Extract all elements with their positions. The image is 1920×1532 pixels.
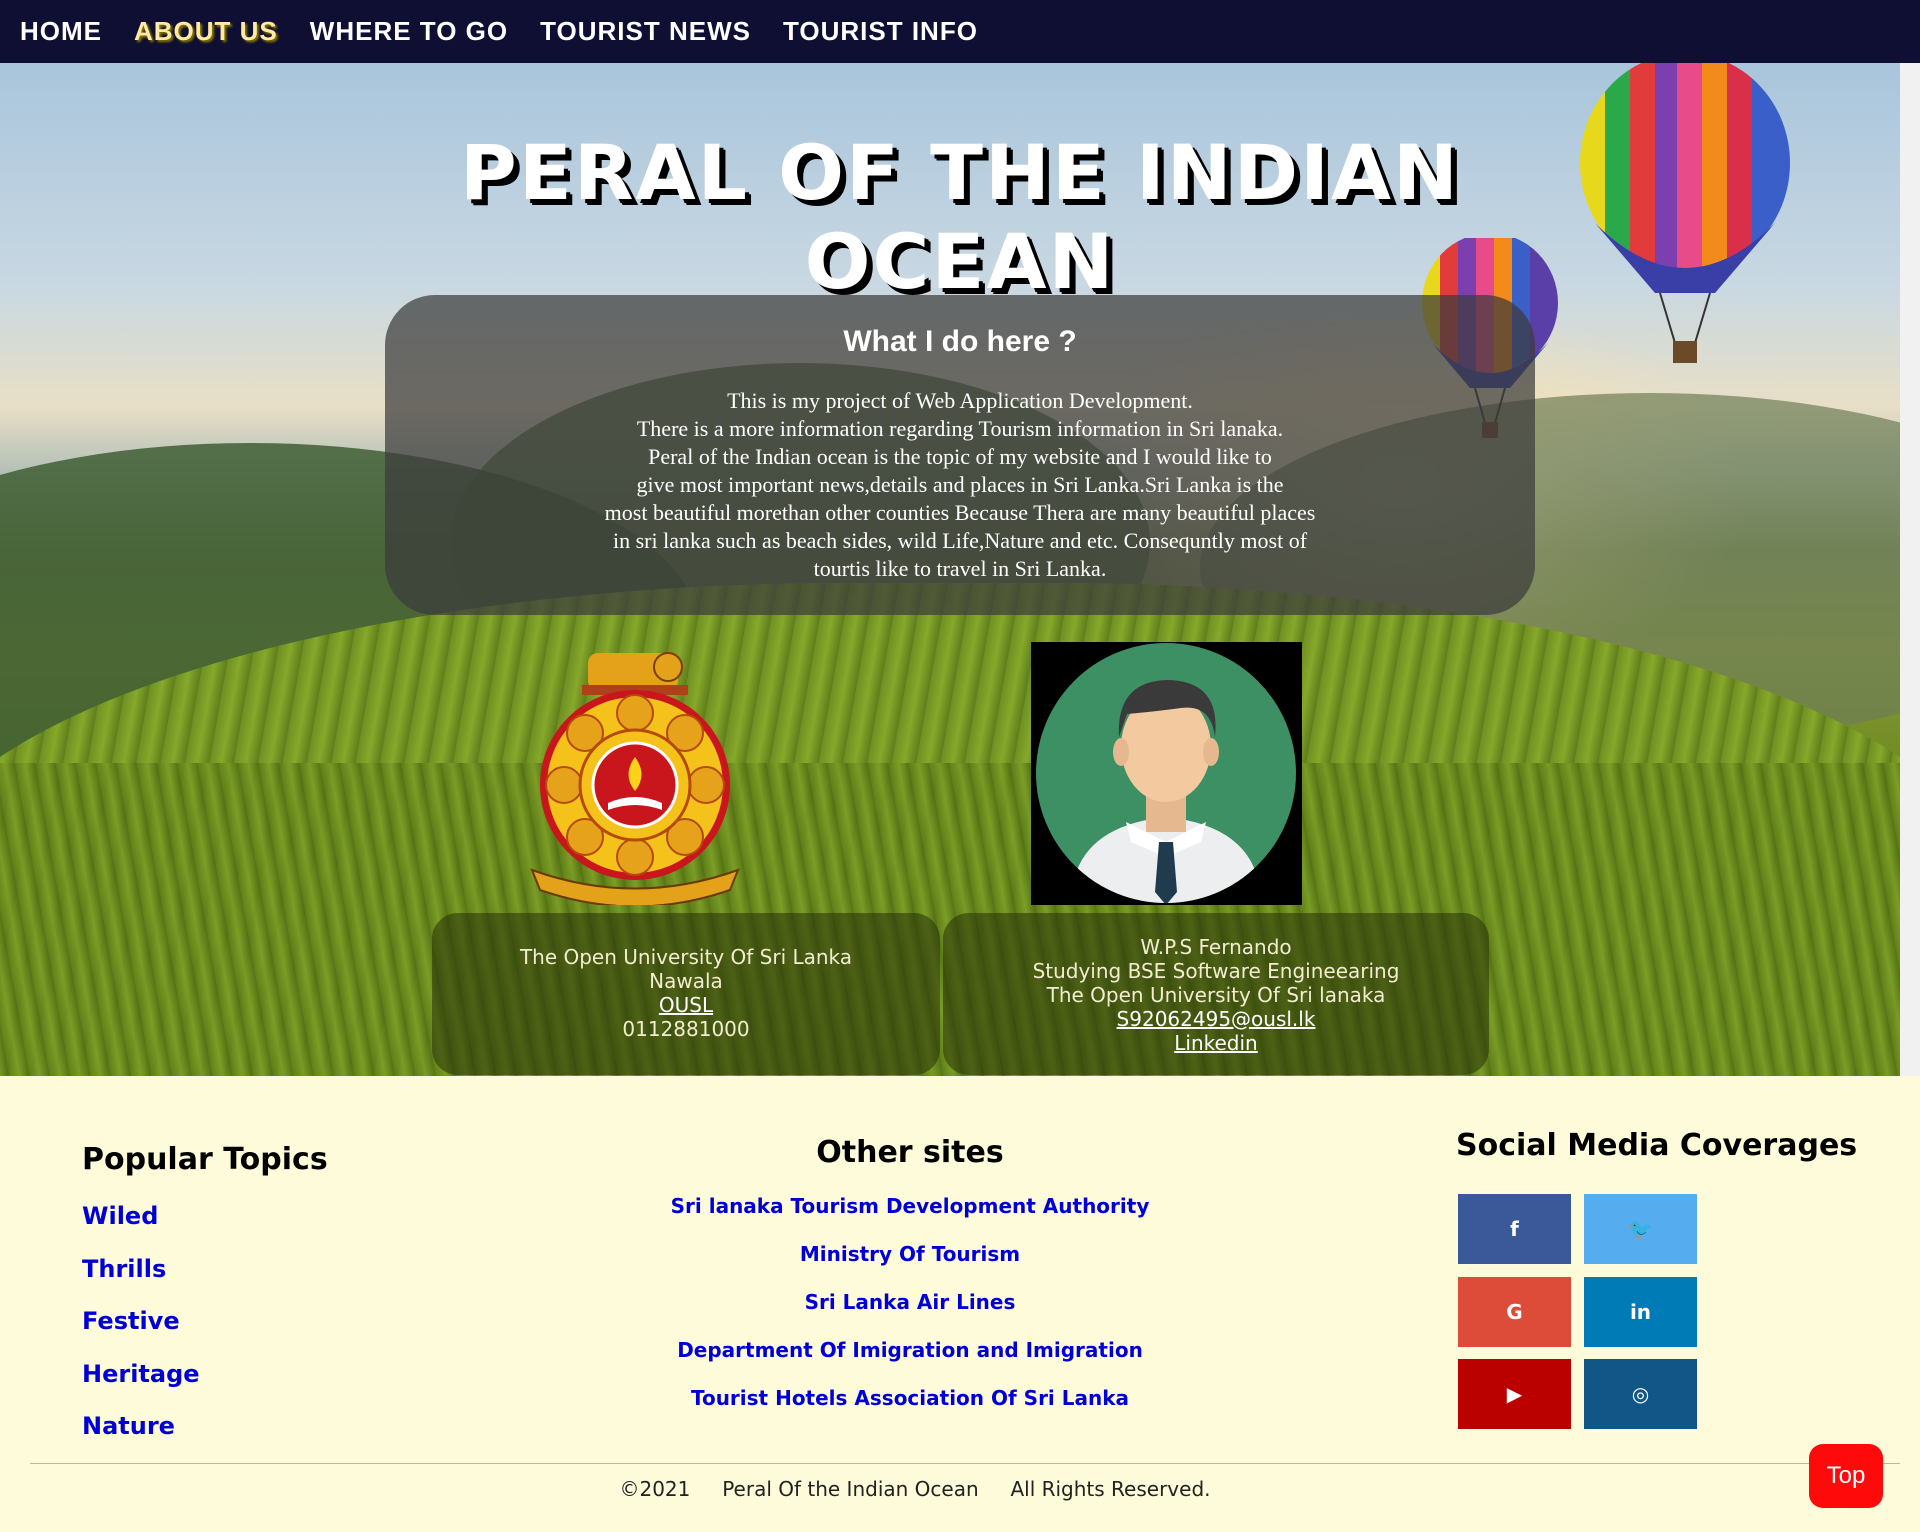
nav-where-to-go[interactable]: WHERE TO GO — [310, 16, 508, 47]
instagram-icon: ◎ — [1631, 1382, 1650, 1406]
google-button[interactable]: G — [1458, 1277, 1571, 1347]
linkedin-icon: in — [1629, 1300, 1652, 1324]
twitter-icon: 🐦 — [1628, 1217, 1653, 1241]
topic-link-nature[interactable]: Nature — [82, 1412, 175, 1440]
author-info-card: W.P.S Fernando Studying BSE Software Eng… — [943, 913, 1489, 1075]
instagram-button[interactable]: ◎ — [1584, 1359, 1697, 1429]
popular-topics-heading: Popular Topics — [82, 1142, 328, 1177]
google-icon: G — [1506, 1300, 1523, 1324]
author-name: W.P.S Fernando — [1140, 935, 1292, 959]
footer-divider — [30, 1463, 1900, 1464]
intro-box: What I do here ? This is my project of W… — [385, 295, 1535, 615]
university-crest-icon — [530, 652, 740, 905]
university-name: The Open University Of Sri Lanka — [519, 945, 853, 969]
site-title: PERAL OF THE INDIAN OCEAN — [460, 128, 1460, 306]
intro-text: This is my project of Web Application De… — [604, 388, 1316, 581]
twitter-button[interactable]: 🐦 — [1584, 1194, 1697, 1264]
top-nav: HOME ABOUT US WHERE TO GO TOURIST NEWS T… — [0, 0, 1920, 63]
topic-link-wiled[interactable]: Wiled — [82, 1202, 158, 1230]
university-phone: 0112881000 — [622, 1017, 750, 1041]
linkedin-link[interactable]: Linkedin — [1174, 1031, 1257, 1055]
linkedin-button[interactable]: in — [1584, 1277, 1697, 1347]
university-location: Nawala — [649, 969, 723, 993]
facebook-icon: f — [1510, 1217, 1519, 1241]
site-link-sri-lanka-air-lines[interactable]: Sri Lanka Air Lines — [560, 1290, 1260, 1314]
scrollbar[interactable] — [1900, 63, 1920, 1076]
nav-home[interactable]: HOME — [20, 16, 102, 47]
topic-link-heritage[interactable]: Heritage — [82, 1360, 200, 1388]
topic-link-thrills[interactable]: Thrills — [82, 1255, 166, 1283]
author-avatar-frame — [1031, 642, 1302, 905]
youtube-button[interactable]: ▶ — [1458, 1359, 1571, 1429]
site-link-immigration[interactable]: Department Of Imigration and Imigration — [560, 1338, 1260, 1362]
site-link-tourist-hotels[interactable]: Tourist Hotels Association Of Sri Lanka — [560, 1386, 1260, 1410]
intro-heading: What I do here ? — [843, 325, 1077, 358]
university-info-card: The Open University Of Sri Lanka Nawala … — [432, 913, 940, 1075]
nav-about-us[interactable]: ABOUT US — [134, 16, 278, 47]
ousl-link[interactable]: OUSL — [659, 993, 713, 1017]
social-media-heading: Social Media Coverages — [1456, 1128, 1858, 1163]
nav-tourist-info[interactable]: TOURIST INFO — [783, 16, 978, 47]
site-link-tourism-authority[interactable]: Sri lanaka Tourism Development Authority — [560, 1194, 1260, 1218]
copyright: ©2021 Peral Of the Indian Ocean All Righ… — [619, 1477, 1211, 1501]
site-link-ministry-of-tourism[interactable]: Ministry Of Tourism — [560, 1242, 1260, 1266]
hot-air-balloon-large — [1580, 63, 1790, 363]
user-avatar-icon — [1036, 643, 1296, 903]
other-sites-heading: Other sites — [816, 1135, 1004, 1170]
facebook-button[interactable]: f — [1458, 1194, 1571, 1264]
author-university: The Open University Of Sri lanaka — [1046, 983, 1386, 1007]
hero-background: PERAL OF THE INDIAN OCEAN What I do here… — [0, 63, 1900, 1076]
nav-tourist-news[interactable]: TOURIST NEWS — [540, 16, 751, 47]
author-course: Studying BSE Software Engineearing — [1032, 959, 1400, 983]
youtube-icon: ▶ — [1506, 1382, 1523, 1406]
topic-link-festive[interactable]: Festive — [82, 1307, 180, 1335]
back-to-top-button[interactable]: Top — [1809, 1444, 1883, 1508]
author-email-link[interactable]: S92062495@ousl.lk — [1117, 1007, 1316, 1031]
